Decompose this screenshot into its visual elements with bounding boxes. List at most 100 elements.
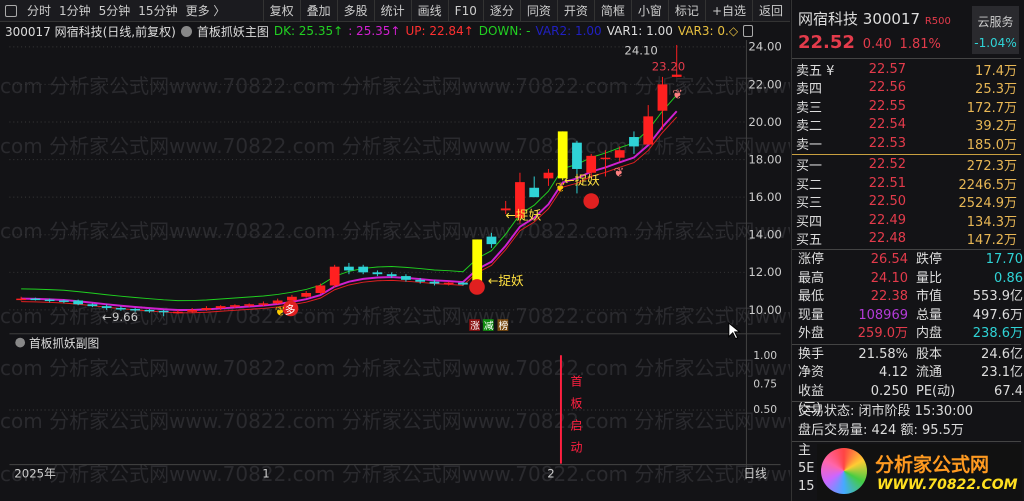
candle-body <box>315 285 326 293</box>
toolbar: 分时 1分钟 5分钟 15分钟 更多 〉 复权 叠加 多股 统计 画线 F10 … <box>0 0 790 22</box>
level-volume: 134.3万 <box>966 214 1017 230</box>
stat-label: 总量 <box>916 307 943 323</box>
dropdown-icon[interactable] <box>180 25 192 37</box>
candle-body <box>173 311 183 314</box>
quote-panel: 网宿科技 300017 R500 22.52 0.40 1.81% 云服务 -1… <box>791 0 1024 501</box>
butterfly-icon: ❦ <box>614 165 625 180</box>
candle-body <box>643 116 654 145</box>
candle-body <box>458 282 468 285</box>
candle-body <box>572 142 582 169</box>
signal-text: 首板启动 <box>569 375 583 463</box>
level-volume: 172.7万 <box>966 100 1017 116</box>
sell-row[interactable]: 卖三 22.55 172.7万 <box>792 97 1021 116</box>
candle-body <box>529 187 540 198</box>
level-volume: 2246.5万 <box>958 177 1018 193</box>
period-1min[interactable]: 1分钟 <box>55 0 95 22</box>
btn-huaxian[interactable]: 画线 <box>410 0 448 22</box>
btn-diejia[interactable]: 叠加 <box>299 0 337 22</box>
level-volume: 272.3万 <box>966 159 1017 175</box>
mouse-cursor-icon <box>728 322 741 340</box>
stat-label: 涨停 <box>798 252 825 267</box>
candle-body <box>230 305 240 307</box>
sell-row[interactable]: 卖四 22.56 25.3万 <box>792 79 1021 97</box>
sub-axis-label: 0.50 <box>753 403 777 416</box>
candle-body <box>301 292 312 297</box>
legend-up: UP: 22.84↑ <box>405 24 474 38</box>
sub-title[interactable]: 首板抓妖副图 <box>29 336 99 350</box>
candle-body <box>329 266 340 286</box>
candle-body <box>16 298 27 301</box>
panel-toggle-icon[interactable] <box>5 4 17 17</box>
low-value: 9.66 <box>112 310 138 324</box>
buy-row[interactable]: 买三 22.50 2524.9万 <box>792 193 1021 212</box>
candle-body <box>671 74 682 77</box>
level-label: 卖一 <box>796 137 823 153</box>
period-more[interactable]: 更多 〉 <box>182 0 230 22</box>
btn-biaoji[interactable]: 标记 <box>667 0 705 22</box>
stat-value: 24.10 <box>870 270 908 286</box>
btn-tongji[interactable]: 统计 <box>373 0 411 22</box>
level-price: 22.56 <box>868 80 906 96</box>
level-label: 买五 <box>796 233 823 249</box>
btn-fuquan[interactable]: 复权 <box>262 0 300 22</box>
btn-zixuan[interactable]: +自选 <box>704 0 752 22</box>
stat-label: 量比 <box>916 270 943 286</box>
zhang-label: 涨 <box>470 320 480 332</box>
sub-dropdown-icon[interactable] <box>15 337 26 348</box>
period-5min[interactable]: 5分钟 <box>95 0 135 22</box>
stat-label: 内盘 <box>916 326 943 341</box>
stat-value: 0.250 <box>870 383 908 399</box>
stat-label: 跌停 <box>916 252 943 267</box>
stat-label: 外盘 <box>798 326 825 341</box>
stat-label: 最低 <box>798 289 825 304</box>
last-price: 22.52 <box>798 32 855 53</box>
legend-var2: VAR2: 1.00 <box>535 24 602 38</box>
btn-kaizi[interactable]: 开资 <box>556 0 594 22</box>
legend-mid: : 25.35↑ <box>348 24 401 38</box>
buy-row[interactable]: 买四 22.49 134.3万 <box>792 211 1021 230</box>
level-label: 买三 <box>796 196 823 212</box>
legend-down: DOWN: - <box>478 24 531 38</box>
level-volume: 17.4万 <box>975 63 1017 79</box>
sell-row[interactable]: 卖二 22.54 39.2万 <box>792 116 1021 134</box>
level-label: 卖三 <box>796 100 823 116</box>
btn-f10[interactable]: F10 <box>447 0 483 22</box>
btn-fanhui[interactable]: 返回 <box>752 0 790 22</box>
flower-logo-icon <box>821 448 867 494</box>
kline-chart[interactable]: 24.00 22.00 20.00 18.00 16.00 14.00 12.00 10.00… <box>0 40 790 490</box>
btn-duogu[interactable]: 多股 <box>336 0 374 22</box>
sell-row[interactable]: 卖一 22.53 185.0万 <box>792 134 1021 153</box>
high-label: 24.10 <box>624 44 658 58</box>
btn-jiankuang[interactable]: 简框 <box>593 0 631 22</box>
candle-body <box>30 298 41 301</box>
stat-value: 238.6万 <box>972 326 1023 341</box>
level-label: 买二 <box>796 177 823 193</box>
period-fenshi[interactable]: 分时 <box>23 0 55 22</box>
buy-row[interactable]: 买一 22.52 272.3万 <box>792 156 1021 175</box>
logo-title: 分析家公式网 <box>875 454 990 476</box>
level-price: 22.49 <box>868 212 906 228</box>
sell-row[interactable]: 卖五 ¥ 22.57 17.4万 <box>792 60 1021 79</box>
level-price: 22.57 <box>868 61 906 77</box>
candle-body <box>586 155 597 173</box>
price-tick: 10.00 <box>748 303 782 317</box>
logo: 分析家公式网 WWW.70822.COM <box>817 444 1022 500</box>
cloud-service-button[interactable]: 云服务 -1.04% <box>972 6 1019 54</box>
legend-toggle-icon[interactable] <box>743 25 754 37</box>
stock-header: 网宿科技 300017 R500 <box>798 8 951 29</box>
low-label: ←9.66 <box>102 310 138 324</box>
btn-xiaochuang[interactable]: 小窗 <box>630 0 668 22</box>
indicator-name[interactable]: 首板抓妖主图 <box>197 23 269 40</box>
buy-row[interactable]: 买五 22.48 147.2万 <box>792 230 1021 249</box>
stat-label: 最高 <box>798 270 825 286</box>
candle-body <box>657 84 668 111</box>
btn-tongzi[interactable]: 同资 <box>519 0 557 22</box>
after-hours: 盘后交易量: 424 额: 95.5万 <box>798 423 964 438</box>
period-15min[interactable]: 15分钟 <box>134 0 181 22</box>
stat-label: 收益(三) <box>798 383 825 417</box>
btn-zhufen[interactable]: 逐分 <box>482 0 520 22</box>
period-label[interactable]: 日线 <box>743 466 767 480</box>
legend-var1: VAR1: 1.00 <box>606 24 673 38</box>
stat-label: 净资 <box>798 365 825 380</box>
buy-row[interactable]: 买二 22.51 2246.5万 <box>792 174 1021 193</box>
